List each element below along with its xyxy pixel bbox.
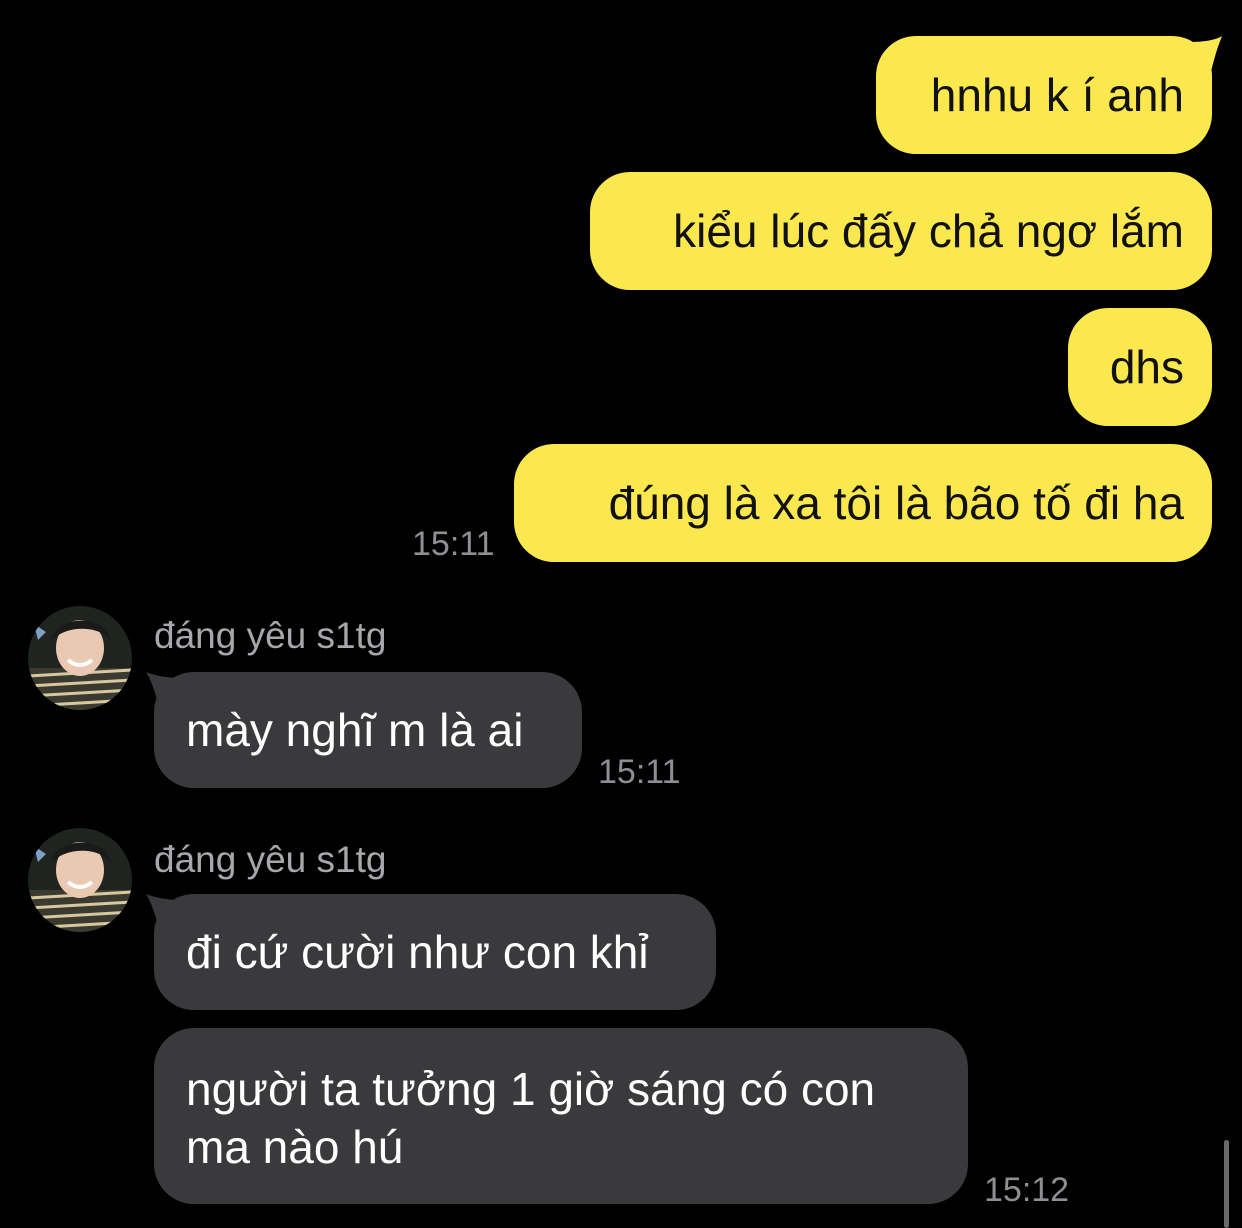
sender-name: đáng yêu s1tg [154, 839, 387, 880]
incoming-message[interactable]: mày nghĩ m là ai [154, 672, 582, 788]
message-text: đúng là xa tôi là bão tố đi ha [608, 477, 1184, 529]
message-text-line: ma nào hú [186, 1121, 404, 1173]
message-timestamp: 15:12 [984, 1171, 1070, 1209]
outgoing-message[interactable]: kiểu lúc đấy chả ngơ lắm [590, 172, 1212, 290]
profile-photo-avatar-icon [28, 828, 132, 932]
sender-avatar[interactable] [28, 606, 132, 710]
profile-photo-avatar-icon [28, 606, 132, 710]
outgoing-message[interactable]: đúng là xa tôi là bão tố đi ha [514, 444, 1212, 562]
incoming-message[interactable]: đi cứ cười như con khỉ [154, 894, 716, 1010]
message-text: dhs [1109, 341, 1184, 393]
message-text: mày nghĩ m là ai [186, 704, 524, 756]
scrollbar-thumb[interactable] [1224, 1140, 1229, 1228]
message-timestamp: 15:11 [598, 753, 681, 791]
message-text: hnhu k í anh [930, 69, 1184, 121]
message-text: đi cứ cười như con khỉ [186, 926, 649, 978]
outgoing-message[interactable]: dhs [1068, 308, 1212, 426]
message-text-line: người ta tưởng 1 giờ sáng có con [186, 1063, 876, 1115]
sender-avatar[interactable] [28, 828, 132, 932]
message-text: kiểu lúc đấy chả ngơ lắm [673, 205, 1184, 257]
incoming-message[interactable]: người ta tưởng 1 giờ sáng có con ma nào … [154, 1028, 968, 1204]
outgoing-message[interactable]: hnhu k í anh [876, 36, 1212, 154]
sender-name: đáng yêu s1tg [154, 615, 387, 656]
message-timestamp: 15:11 [412, 525, 495, 563]
